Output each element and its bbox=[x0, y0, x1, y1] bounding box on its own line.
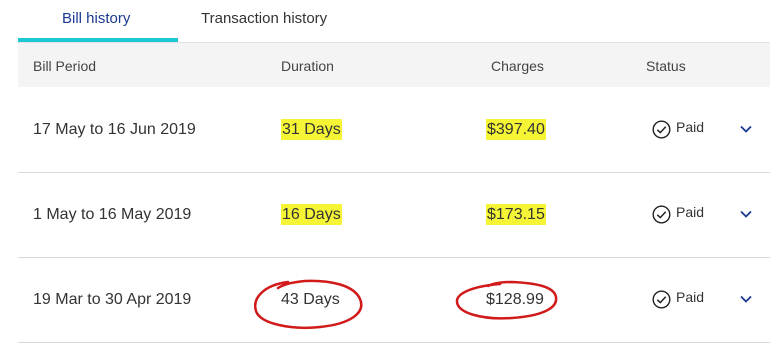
duration: 31 Days bbox=[281, 119, 342, 140]
table-row[interactable]: 17 May to 16 Jun 2019 31 Days $397.40 Pa… bbox=[18, 87, 770, 173]
duration: 16 Days bbox=[281, 204, 342, 225]
active-tab-indicator bbox=[18, 38, 178, 42]
status-badge: Paid bbox=[652, 203, 705, 224]
column-header-status: Status bbox=[646, 58, 686, 74]
status-label: Paid bbox=[676, 118, 705, 135]
status-badge: Paid bbox=[652, 288, 705, 309]
duration-value: 16 Days bbox=[281, 204, 342, 225]
charges: $397.40 bbox=[486, 119, 546, 140]
table-header: Bill Period Duration Charges Status bbox=[18, 43, 770, 87]
bill-period: 19 Mar to 30 Apr 2019 bbox=[33, 291, 192, 308]
status-badge: Paid bbox=[652, 118, 705, 139]
duration: 43 Days bbox=[281, 291, 340, 309]
charges-value: $397.40 bbox=[486, 119, 546, 140]
status-label: Paid bbox=[676, 288, 705, 305]
tab-bar: Bill history Transaction history bbox=[18, 0, 770, 43]
charges: $128.99 bbox=[486, 291, 544, 309]
check-circle-icon bbox=[652, 290, 671, 309]
charges: $173.15 bbox=[486, 204, 546, 225]
chevron-down-icon[interactable] bbox=[739, 209, 753, 219]
bill-period: 17 May to 16 Jun 2019 bbox=[33, 121, 196, 138]
duration-value: 31 Days bbox=[281, 119, 342, 140]
duration-value: 43 Days bbox=[281, 291, 340, 308]
column-header-duration: Duration bbox=[281, 58, 334, 74]
status-label: Paid bbox=[676, 203, 705, 220]
chevron-down-icon[interactable] bbox=[739, 124, 753, 134]
column-header-charges: Charges bbox=[491, 58, 544, 74]
table-row[interactable]: 1 May to 16 May 2019 16 Days $173.15 Pai… bbox=[18, 172, 770, 258]
table-row[interactable]: 19 Mar to 30 Apr 2019 43 Days $128.99 Pa… bbox=[18, 257, 770, 343]
tab-transaction-history[interactable]: Transaction history bbox=[201, 10, 327, 27]
charges-value: $173.15 bbox=[486, 204, 546, 225]
bill-period: 1 May to 16 May 2019 bbox=[33, 206, 192, 223]
column-header-bill-period: Bill Period bbox=[33, 58, 97, 74]
charges-value: $128.99 bbox=[486, 291, 544, 308]
chevron-down-icon[interactable] bbox=[739, 294, 753, 304]
check-circle-icon bbox=[652, 120, 671, 139]
check-circle-icon bbox=[652, 205, 671, 224]
tab-bill-history[interactable]: Bill history bbox=[62, 10, 130, 27]
